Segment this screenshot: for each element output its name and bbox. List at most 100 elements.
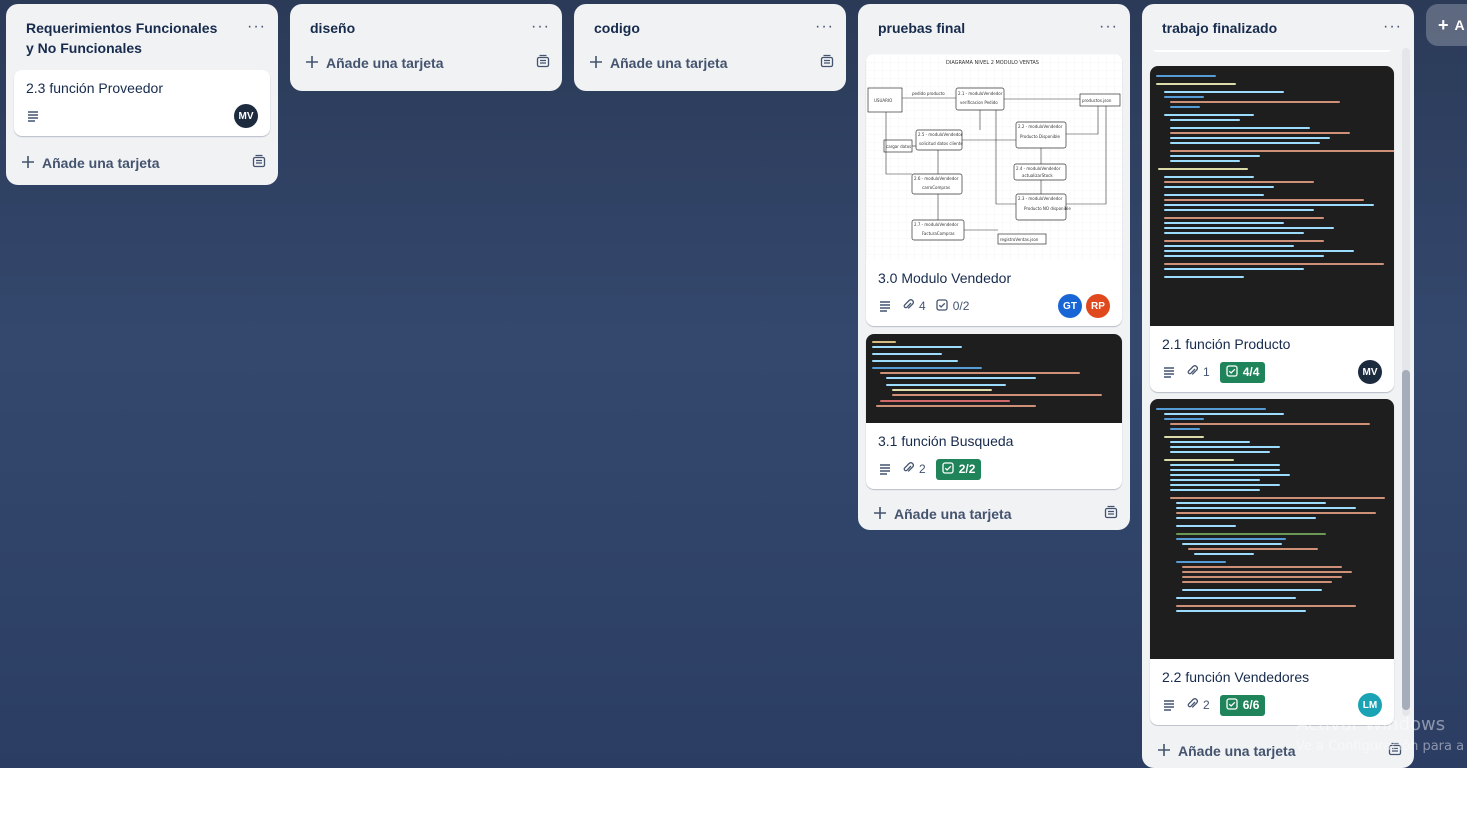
card-cover-diagram: DIAGRAMA NIVEL 2 MODULO VENTAS USUARIO 2… — [866, 54, 1122, 260]
diagram-node: 2.6 - moduloVendedor — [914, 176, 959, 181]
list-requerimientos[interactable]: Requerimientos Funcionales y No Funciona… — [6, 4, 278, 185]
checklist-badge: 6/6 — [1219, 694, 1266, 716]
avatar[interactable]: RP — [1086, 294, 1110, 318]
card-title: 2.2 función Vendedores — [1162, 669, 1310, 685]
diagram-node: registroVentas.json — [1000, 237, 1039, 242]
list-header: diseño ··· — [290, 4, 562, 44]
plus-icon: + — [1438, 15, 1449, 35]
card-title: 3.0 Modulo Vendedor — [878, 270, 1012, 286]
diagram-node: 2.1 - moduloVendedor — [958, 91, 1003, 96]
template-card-icon[interactable] — [536, 54, 550, 71]
add-card-label: Añade una tarjeta — [610, 54, 728, 71]
checklist-count: 0/2 — [952, 299, 970, 313]
list-header: trabajo finalizado ··· — [1142, 4, 1414, 44]
checklist-count: 2/2 — [958, 462, 976, 476]
list-menu-button[interactable]: ··· — [531, 19, 550, 35]
diagram-title: DIAGRAMA NIVEL 2 MODULO VENTAS — [946, 60, 1039, 66]
diagram-node: Producto NO disponible — [1024, 206, 1071, 211]
attachment-count: 2 — [919, 462, 926, 476]
list-title[interactable]: Requerimientos Funcionales y No Funciona… — [26, 18, 226, 58]
checkbox-icon — [936, 298, 948, 314]
attachment-badge: 4 — [902, 298, 926, 314]
add-card-button[interactable]: Añade una tarjeta — [590, 55, 727, 71]
card-cover-code — [1150, 399, 1394, 659]
checklist-count: 6/6 — [1242, 698, 1260, 712]
add-card-button[interactable]: Añade una tarjeta — [22, 155, 159, 171]
list-title[interactable]: diseño — [310, 18, 355, 38]
attachment-count: 4 — [919, 299, 926, 313]
list-pruebas-final[interactable]: pruebas final ··· DIAGRAMA NIVEL 2 MODUL… — [858, 4, 1130, 530]
add-card-label: Añade una tarjeta — [326, 54, 444, 71]
card-title: 3.1 función Busqueda — [878, 433, 1014, 449]
add-card-row: Añade una tarjeta — [858, 497, 1130, 532]
diagram-node: 2.3 - moduloVendedor — [1018, 196, 1063, 201]
card-funcion-busqueda[interactable]: 3.1 función Busqueda 2 2/2 — [866, 334, 1122, 489]
list-menu-button[interactable]: ··· — [1383, 19, 1402, 35]
checklist-badge: 2/2 — [935, 458, 982, 480]
template-card-icon[interactable] — [1104, 505, 1118, 522]
add-card-label: Añade una tarjeta — [1178, 742, 1296, 759]
card-cover-code — [1150, 66, 1394, 326]
diagram-node: 2.4 - moduloVendedor — [1016, 166, 1061, 171]
list-menu-button[interactable]: ··· — [815, 19, 834, 35]
card-title: 2.3 función Proveedor — [26, 80, 163, 96]
list-title[interactable]: trabajo finalizado — [1162, 18, 1277, 38]
add-card-row: Añade una tarjeta — [290, 44, 562, 81]
card-partial[interactable] — [1150, 50, 1394, 52]
board-canvas: Requerimientos Funcionales y No Funciona… — [0, 0, 1467, 768]
add-list-button[interactable]: + A — [1426, 4, 1467, 46]
template-card-icon[interactable] — [252, 154, 266, 171]
add-card-row: Añade una tarjeta — [574, 44, 846, 81]
list-menu-button[interactable]: ··· — [1099, 19, 1118, 35]
list-codigo[interactable]: codigo ··· Añade una tarjeta — [574, 4, 846, 91]
avatar[interactable]: GT — [1058, 294, 1082, 318]
diagram-node: 2.2 - moduloVendedor — [1018, 124, 1063, 129]
checkbox-icon — [1226, 364, 1238, 380]
list-menu-button[interactable]: ··· — [247, 19, 266, 35]
description-icon — [878, 299, 892, 313]
plus-icon — [1158, 743, 1170, 759]
diagram-node: FacturaCompras — [922, 231, 955, 236]
add-card-button[interactable]: Añade una tarjeta — [874, 506, 1011, 522]
description-icon — [26, 109, 40, 123]
plus-icon — [874, 506, 886, 522]
checkbox-icon — [1226, 697, 1238, 713]
list-scrollbar[interactable] — [1402, 48, 1410, 716]
diagram-node: carroCompras — [922, 185, 950, 190]
card-funcion-proveedor[interactable]: 2.3 función Proveedor MV — [14, 70, 270, 136]
list-header: Requerimientos Funcionales y No Funciona… — [6, 4, 278, 64]
list-trabajo-finalizado[interactable]: trabajo finalizado ··· 2.1 función Produ… — [1142, 4, 1414, 768]
attachment-badge: 1 — [1186, 364, 1210, 380]
list-cards-scroll-area[interactable]: 2.1 función Producto 1 4/4 MV 2.2 funció… — [1142, 50, 1402, 726]
add-card-button[interactable]: Añade una tarjeta — [306, 55, 443, 71]
checkbox-icon — [942, 461, 954, 477]
card-title: 2.1 función Producto — [1162, 336, 1291, 352]
diagram-node: actualizarStock — [1022, 173, 1053, 178]
avatar[interactable]: MV — [234, 104, 258, 128]
add-card-row: Añade una tarjeta — [6, 144, 278, 181]
attachment-count: 1 — [1203, 365, 1210, 379]
paperclip-icon — [902, 461, 914, 477]
paperclip-icon — [1186, 364, 1198, 380]
diagram-node: USUARIO — [874, 98, 892, 103]
diagram-node: solicitud datos cliente — [919, 141, 963, 146]
diagram-node: 2.5 - moduloVendedor — [918, 132, 963, 137]
list-header: codigo ··· — [574, 4, 846, 44]
attachment-badge: 2 — [902, 461, 926, 477]
description-icon — [1162, 698, 1176, 712]
paperclip-icon — [902, 298, 914, 314]
card-funcion-producto[interactable]: 2.1 función Producto 1 4/4 MV — [1150, 66, 1394, 392]
scrollbar-thumb[interactable] — [1402, 370, 1410, 710]
plus-icon — [590, 55, 602, 71]
list-title[interactable]: codigo — [594, 18, 640, 38]
list-diseno[interactable]: diseño ··· Añade una tarjeta — [290, 4, 562, 91]
list-title[interactable]: pruebas final — [878, 18, 965, 38]
plus-icon — [306, 55, 318, 71]
attachment-count: 2 — [1203, 698, 1210, 712]
card-modulo-vendedor[interactable]: DIAGRAMA NIVEL 2 MODULO VENTAS USUARIO 2… — [866, 54, 1122, 326]
avatar[interactable]: MV — [1358, 360, 1382, 384]
add-card-button[interactable]: Añade una tarjeta — [1158, 743, 1295, 759]
template-card-icon[interactable] — [820, 54, 834, 71]
checklist-badge: 4/4 — [1219, 361, 1266, 383]
card-funcion-vendedores[interactable]: 2.2 función Vendedores 2 6/6 LM — [1150, 399, 1394, 725]
